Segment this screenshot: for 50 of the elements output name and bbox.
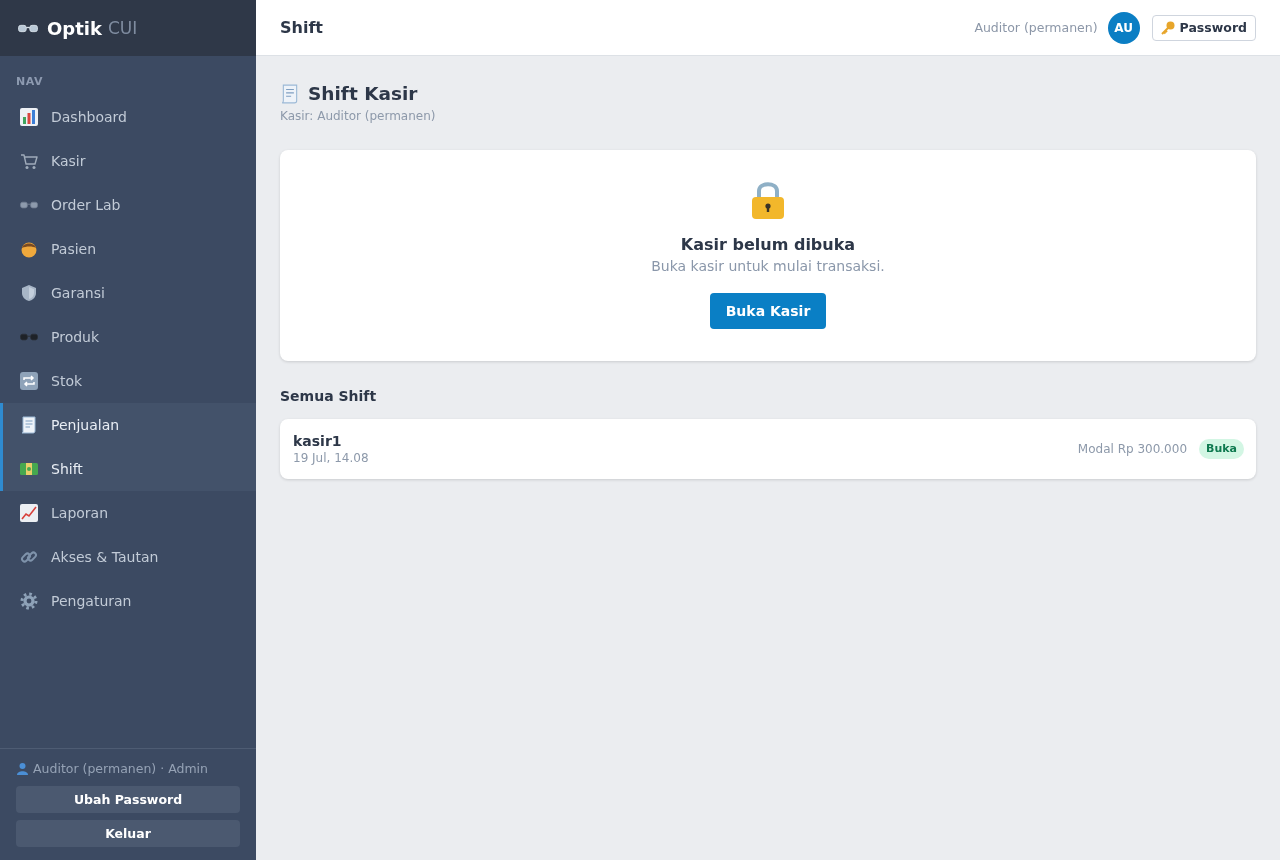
password-button[interactable]: Password bbox=[1151, 14, 1256, 41]
nav-item[interactable]: Pengaturan bbox=[0, 579, 256, 623]
nav-item[interactable]: Laporan bbox=[0, 491, 256, 535]
status-badge: Buka bbox=[1199, 439, 1244, 459]
shift-time: 19 Jul, 14.08 bbox=[293, 450, 369, 466]
card-message: Buka kasir untuk mulai transaksi. bbox=[651, 257, 885, 276]
banknote-icon bbox=[20, 463, 38, 475]
user-icon bbox=[16, 762, 29, 775]
nav-item[interactable]: Produk bbox=[0, 315, 256, 359]
top-bar-title: Shift bbox=[280, 18, 323, 37]
card-title: Kasir belum dibuka bbox=[680, 234, 856, 256]
receipt-icon bbox=[20, 416, 38, 434]
sunglasses-icon bbox=[20, 332, 38, 342]
page-title: Shift Kasir bbox=[308, 82, 418, 106]
logout-button[interactable]: Keluar bbox=[16, 820, 240, 847]
link-icon bbox=[20, 548, 38, 566]
nav-section-label: NAV bbox=[15, 75, 44, 89]
shield-icon bbox=[20, 284, 38, 302]
avatar: AU bbox=[1107, 11, 1140, 44]
user-name: Auditor (permanen) bbox=[974, 20, 1098, 35]
nav-item[interactable]: Dashboard bbox=[0, 95, 256, 139]
nav-item[interactable]: Akses & Tautan bbox=[0, 535, 256, 579]
lock-icon bbox=[751, 180, 785, 220]
nav-item[interactable]: Pasien bbox=[0, 227, 256, 271]
open-cashier-button[interactable]: Buka Kasir bbox=[709, 293, 827, 329]
change-password-button[interactable]: Ubah Password bbox=[16, 786, 240, 813]
shift-capital: Modal Rp 300.000 bbox=[1077, 442, 1188, 456]
nav-item[interactable]: Stok bbox=[0, 359, 256, 403]
glasses-icon bbox=[20, 200, 38, 210]
nav-item[interactable]: Shift bbox=[0, 447, 256, 491]
shift-cashier: kasir1 bbox=[293, 432, 343, 450]
gear-icon bbox=[20, 592, 38, 610]
line-chart-icon bbox=[20, 504, 38, 522]
brand-suffix: CUI bbox=[107, 18, 138, 38]
brand-name: Optik bbox=[47, 17, 102, 39]
bar-chart-icon bbox=[20, 108, 38, 126]
nav-item[interactable]: Garansi bbox=[0, 271, 256, 315]
page-subtitle: Kasir: Auditor (permanen) bbox=[280, 108, 437, 124]
nav-item[interactable]: Order Lab bbox=[0, 183, 256, 227]
user-role-text: Auditor (permanen) · Admin bbox=[33, 761, 208, 776]
glasses-logo-icon bbox=[18, 23, 38, 33]
person-icon bbox=[20, 240, 38, 258]
nav-item[interactable]: Kasir bbox=[0, 139, 256, 183]
nav-item[interactable]: Penjualan bbox=[0, 403, 256, 447]
key-icon bbox=[1160, 20, 1175, 35]
receipt-icon bbox=[280, 84, 300, 104]
shift-row[interactable]: kasir1 19 Jul, 14.08 Modal Rp 300.000 Buka bbox=[280, 419, 1256, 479]
cart-icon bbox=[20, 152, 38, 170]
arrows-icon bbox=[20, 372, 38, 390]
section-title: Semua Shift bbox=[280, 387, 378, 405]
